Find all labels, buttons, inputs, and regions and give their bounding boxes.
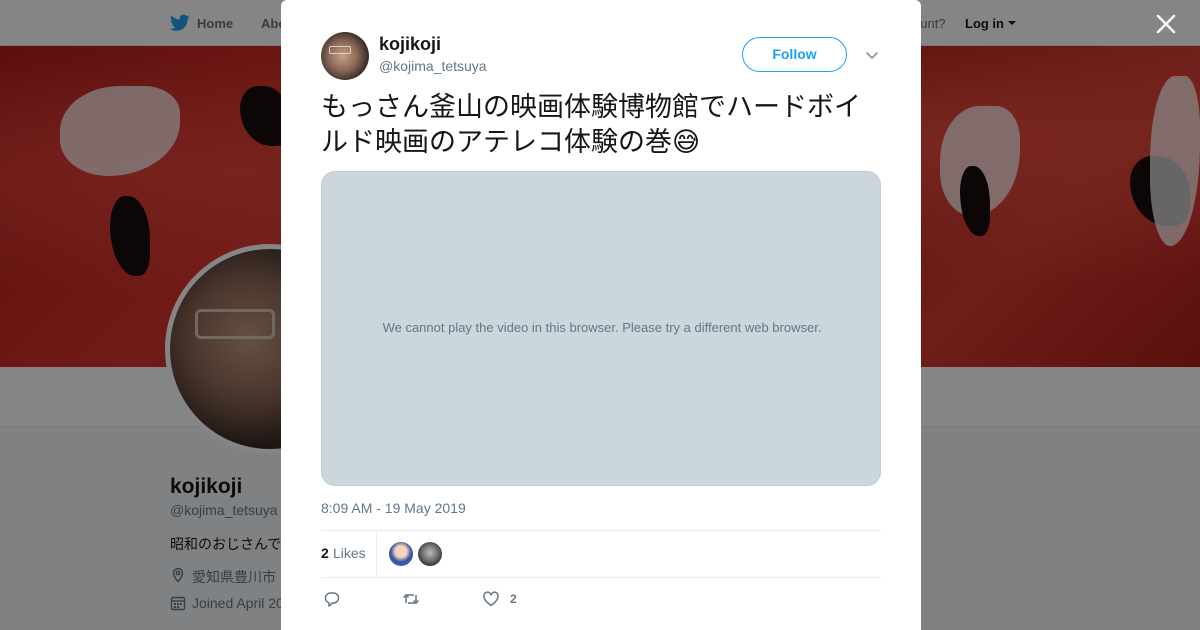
retweet-icon[interactable] <box>402 590 420 608</box>
tweet-timestamp[interactable]: 8:09 AM - 19 May 2019 <box>321 500 466 516</box>
author-handle[interactable]: @kojima_tetsuya <box>379 58 487 74</box>
tweet-modal: kojikoji @kojima_tetsuya Follow もっさん釜山の映… <box>281 0 921 630</box>
chevron-down-icon[interactable] <box>865 48 879 62</box>
author-avatar[interactable] <box>321 32 369 80</box>
likes-count[interactable]: 2 <box>321 545 329 561</box>
liker-avatar[interactable] <box>389 542 413 566</box>
divider <box>321 577 881 578</box>
heart-icon[interactable] <box>482 590 500 608</box>
video-error-message: We cannot play the video in this browser… <box>382 320 822 335</box>
likes-label[interactable]: Likes <box>333 545 366 561</box>
follow-button[interactable]: Follow <box>742 37 847 72</box>
tweet-text: もっさん釜山の映画体験博物館でハードボイルド映画のアテレコ体験の巻😅 <box>321 92 861 157</box>
video-player[interactable]: We cannot play the video in this browser… <box>321 171 881 486</box>
close-icon[interactable] <box>1154 12 1178 36</box>
liker-avatar[interactable] <box>418 542 442 566</box>
like-action-count: 2 <box>510 592 517 606</box>
divider <box>321 530 881 531</box>
author-name[interactable]: kojikoji <box>379 34 441 55</box>
divider <box>376 531 377 577</box>
reply-icon[interactable] <box>323 590 341 608</box>
